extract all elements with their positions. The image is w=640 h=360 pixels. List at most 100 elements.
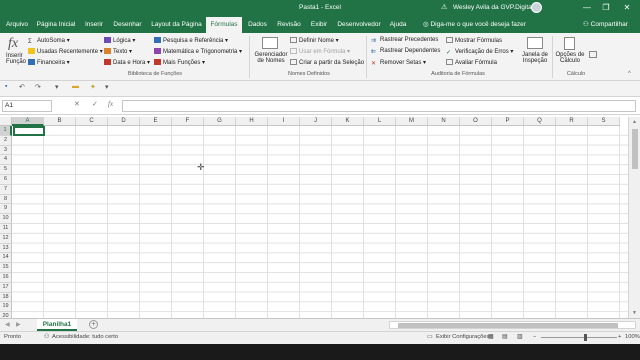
tab-dados[interactable]: Dados <box>245 17 270 33</box>
zoom-out-icon[interactable]: − <box>533 334 536 340</box>
next-sheet-icon[interactable]: ▶ <box>16 321 21 328</box>
restore-button[interactable]: ❐ <box>599 1 613 14</box>
folder-icon[interactable]: ▬ <box>72 83 79 90</box>
add-sheet-icon[interactable]: + <box>89 320 98 329</box>
column-header[interactable]: S <box>588 117 620 126</box>
tab-inserir[interactable]: Inserir <box>82 17 106 33</box>
tab-layout[interactable]: Layout da Página <box>149 17 204 33</box>
cancel-icon[interactable]: ✕ <box>74 100 80 108</box>
row-header[interactable]: 16 <box>0 273 12 283</box>
scroll-down-icon[interactable]: ▼ <box>632 310 637 316</box>
row-header[interactable]: 1 <box>0 126 12 136</box>
undo-icon[interactable]: ↶ <box>19 83 25 91</box>
insert-function-button[interactable]: Inserir Função <box>6 53 26 65</box>
row-header[interactable]: 8 <box>0 194 12 205</box>
display-settings-button[interactable]: Exibir Configurações <box>436 334 490 340</box>
text-button[interactable]: Texto ▾ <box>104 48 132 55</box>
column-header[interactable]: L <box>364 117 396 126</box>
row-header[interactable]: 2 <box>0 135 12 146</box>
user-name[interactable]: Wesley Avila da GVP.Digital <box>453 4 533 11</box>
page-break-view-icon[interactable]: ▥ <box>517 334 522 340</box>
row-header[interactable]: 18 <box>0 292 12 303</box>
row-header[interactable]: 9 <box>0 204 12 215</box>
row-header[interactable]: 19 <box>0 302 12 313</box>
vertical-scrollbar[interactable]: ▲ ▼ <box>628 117 640 318</box>
tab-desenhar[interactable]: Desenhar <box>111 17 144 33</box>
recent-button[interactable]: Usadas Recentemente ▾ <box>28 48 103 55</box>
row-header[interactable]: 4 <box>0 155 12 166</box>
row-header[interactable]: 7 <box>0 184 12 195</box>
zoom-in-icon[interactable]: + <box>618 334 621 340</box>
define-name-button[interactable]: Definir Nome ▾ <box>290 37 339 44</box>
column-header[interactable]: J <box>300 117 332 126</box>
select-all-button[interactable] <box>0 117 12 126</box>
column-header[interactable]: I <box>268 117 300 126</box>
column-header[interactable]: M <box>396 117 428 126</box>
watch-window-button[interactable]: Janela de Inspeção <box>520 52 550 64</box>
row-header[interactable]: 5 <box>0 165 12 175</box>
column-header[interactable]: H <box>236 117 268 126</box>
zoom-level[interactable]: 100% <box>625 334 640 340</box>
row-header[interactable]: 12 <box>0 233 12 244</box>
horizontal-scroll-thumb[interactable] <box>398 323 618 328</box>
more-functions-button[interactable]: Mais Funções ▾ <box>154 59 205 66</box>
tab-formulas[interactable]: Fórmulas <box>206 17 242 33</box>
display-settings-icon[interactable]: ▭ <box>427 334 432 340</box>
autosum-button[interactable]: Σ AutoSoma ▾ <box>28 37 70 45</box>
insert-function-icon[interactable]: fx <box>108 100 113 108</box>
tab-exibir[interactable]: Exibir <box>307 17 331 33</box>
sheet-tab-planilha1[interactable]: Planilha1 <box>37 319 77 331</box>
tab-pagina-inicial[interactable]: Página Inicial <box>34 17 78 33</box>
column-header[interactable]: F <box>172 117 204 126</box>
page-layout-view-icon[interactable]: ▤ <box>502 334 507 340</box>
row-header[interactable]: 13 <box>0 243 12 254</box>
cell-area[interactable] <box>12 126 628 318</box>
zoom-slider-handle[interactable] <box>584 334 587 341</box>
column-header[interactable]: K <box>332 117 364 126</box>
row-header[interactable]: 3 <box>0 145 12 156</box>
calc-options-button[interactable]: Opções de Cálculo <box>554 52 586 64</box>
scroll-up-icon[interactable]: ▲ <box>632 119 637 125</box>
tab-ajuda[interactable]: Ajuda <box>387 17 409 33</box>
tab-arquivo[interactable]: Arquivo <box>2 17 32 33</box>
trace-dependents-button[interactable]: ⇇ Rastrear Dependentes <box>371 48 440 55</box>
column-header[interactable]: B <box>44 117 76 126</box>
accessibility-status[interactable]: Acessibilidade: tudo certo <box>52 334 118 340</box>
error-check-button[interactable]: ✓ Verificação de Erros ▾ <box>446 48 513 56</box>
tell-me-box[interactable]: ◎ Diga-me o que você deseja fazer <box>423 17 526 33</box>
avatar[interactable] <box>531 2 542 13</box>
column-header[interactable]: C <box>76 117 108 126</box>
prev-sheet-icon[interactable]: ◀ <box>5 321 10 328</box>
accessibility-icon[interactable]: ⚇ <box>44 334 49 340</box>
minimize-button[interactable]: — <box>580 1 594 14</box>
normal-view-icon[interactable]: ▦ <box>488 334 493 340</box>
lookup-button[interactable]: Pesquisa e Referência ▾ <box>154 37 228 44</box>
column-header[interactable]: N <box>428 117 460 126</box>
financial-button[interactable]: Financeira ▾ <box>28 59 70 66</box>
save-icon[interactable]: ▪ <box>5 83 7 90</box>
sparkle-icon[interactable]: ✦ <box>90 83 96 91</box>
column-header[interactable]: A <box>12 117 44 126</box>
evaluate-formula-button[interactable]: Avaliar Fórmula <box>446 59 497 66</box>
math-button[interactable]: Matemática e Trigonometria ▾ <box>154 48 242 55</box>
name-box[interactable]: A1 <box>2 100 52 112</box>
datetime-button[interactable]: Data e Hora ▾ <box>104 59 150 66</box>
row-header[interactable]: 11 <box>0 224 12 234</box>
name-manager-icon[interactable] <box>262 37 278 49</box>
use-in-formula-button[interactable]: Usar em Fórmula ▾ <box>290 48 350 55</box>
row-header[interactable]: 15 <box>0 263 12 273</box>
row-header[interactable]: 14 <box>0 253 12 264</box>
redo-icon[interactable]: ↷ <box>35 83 41 91</box>
share-button[interactable]: ⚇ Compartilhar <box>583 17 628 33</box>
calculator-icon[interactable] <box>564 37 575 50</box>
column-header[interactable]: O <box>460 117 492 126</box>
remove-arrows-button[interactable]: ✕ Remover Setas ▾ <box>371 59 426 67</box>
active-cell-a1[interactable] <box>13 126 45 136</box>
row-header[interactable]: 6 <box>0 175 12 185</box>
horizontal-scrollbar[interactable] <box>389 321 636 329</box>
collapse-ribbon-icon[interactable]: ^ <box>628 71 631 77</box>
name-manager-button[interactable]: Gerenciador de Nomes <box>254 52 288 64</box>
tab-desenvolvedor[interactable]: Desenvolvedor <box>336 17 382 33</box>
paint-icon[interactable]: ▾ <box>55 83 59 91</box>
scrollbar-thumb[interactable] <box>632 129 638 169</box>
